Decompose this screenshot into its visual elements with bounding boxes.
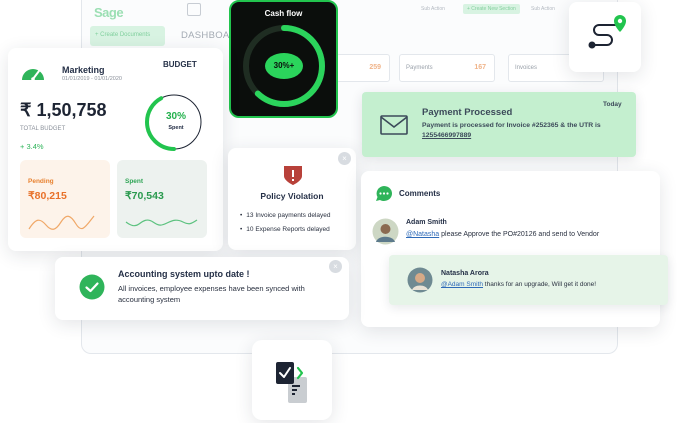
reply-author: Natasha Arora bbox=[441, 270, 489, 277]
pending-tile[interactable]: Pending ₹80,215 bbox=[20, 160, 110, 238]
avatar bbox=[372, 218, 399, 245]
comment-reply[interactable]: Natasha Arora @Adam Smith thanks for an … bbox=[389, 255, 668, 305]
reply-text: @Adam Smith thanks for an upgrade, Will … bbox=[441, 281, 596, 288]
spent-tile[interactable]: Spent ₹70,543 bbox=[117, 160, 207, 238]
mail-icon bbox=[380, 115, 408, 135]
violation-item: 10 Expense Reports delayed bbox=[240, 226, 330, 233]
mention-link[interactable]: @Adam Smith bbox=[441, 281, 483, 288]
create-section-button[interactable]: + Create New Section bbox=[463, 4, 520, 14]
spent-value: ₹70,543 bbox=[125, 190, 164, 202]
summary-tile-payments[interactable]: Payments 167 bbox=[399, 54, 495, 82]
close-icon[interactable]: × bbox=[338, 152, 351, 165]
spent-percent: 30% bbox=[165, 111, 186, 122]
spent-ring-label: Spent bbox=[168, 125, 184, 131]
route-card[interactable] bbox=[569, 2, 641, 72]
app-logo: Sage bbox=[94, 5, 124, 20]
spent-tile-label: Spent bbox=[125, 178, 144, 185]
top-action-2[interactable]: Sub Action bbox=[531, 6, 555, 12]
payment-time: Today bbox=[603, 101, 622, 108]
budget-change: + 3.4% bbox=[20, 142, 44, 151]
payment-body: Payment is processed for Invoice #252365… bbox=[422, 121, 618, 141]
create-documents-button[interactable]: + Create Documents bbox=[90, 26, 165, 46]
comments-title: Comments bbox=[399, 189, 441, 198]
menu-icon[interactable] bbox=[187, 3, 201, 16]
marketing-budget-card[interactable]: Marketing 01/01/2019 - 01/01/2020 BUDGET… bbox=[8, 48, 223, 251]
tile-value: 167 bbox=[474, 64, 486, 71]
shield-alert-icon bbox=[284, 166, 302, 185]
document-check-icon bbox=[276, 362, 307, 403]
marketing-title: Marketing bbox=[62, 65, 105, 75]
cash-flow-title: Cash flow bbox=[264, 9, 303, 18]
cash-flow-card[interactable]: Cash flow 30%+ bbox=[229, 0, 338, 118]
spent-ring bbox=[145, 93, 203, 151]
spent-sparkline bbox=[125, 219, 198, 227]
total-budget-label: TOTAL BUDGET bbox=[20, 126, 66, 132]
avatar bbox=[407, 267, 433, 293]
payment-title: Payment Processed bbox=[422, 107, 513, 118]
violation-list: 13 Invoice payments delayed 10 Expense R… bbox=[240, 212, 330, 240]
pending-sparkline bbox=[28, 215, 95, 230]
violation-item: 13 Invoice payments delayed bbox=[240, 212, 330, 219]
date-range: 01/01/2019 - 01/01/2020 bbox=[62, 76, 122, 82]
top-action-1[interactable]: Sub Action bbox=[421, 6, 445, 12]
budget-label: BUDGET bbox=[163, 60, 197, 69]
accounting-body: All invoices, employee expenses have bee… bbox=[118, 284, 305, 304]
policy-title: Policy Violation bbox=[260, 191, 324, 201]
gauge-icon bbox=[22, 69, 44, 81]
accounting-status-card[interactable]: Accounting system upto date ! All invoic… bbox=[55, 257, 349, 320]
tile-value: 259 bbox=[369, 64, 381, 71]
tile-label: Payments bbox=[406, 65, 433, 71]
policy-violation-card[interactable]: × Policy Violation 13 Invoice payments d… bbox=[228, 148, 356, 250]
tile-label: Invoices bbox=[515, 65, 538, 71]
document-approval-card[interactable] bbox=[252, 340, 332, 420]
comment-author: Adam Smith bbox=[406, 219, 447, 226]
close-icon[interactable]: × bbox=[329, 260, 342, 273]
pending-value: ₹80,215 bbox=[28, 190, 67, 202]
check-circle-icon bbox=[79, 274, 105, 300]
pending-label: Pending bbox=[28, 178, 54, 185]
mention-link[interactable]: @Natasha bbox=[406, 231, 439, 238]
comment-bubble-icon bbox=[376, 186, 392, 201]
accounting-title: Accounting system upto date ! bbox=[118, 269, 250, 279]
payment-message: Payment is processed for Invoice #252365… bbox=[422, 122, 601, 129]
route-pin-icon bbox=[588, 15, 626, 49]
total-budget-amount: ₹ 1,50,758 bbox=[20, 100, 107, 120]
utr-number[interactable]: 1255466997889 bbox=[422, 132, 471, 139]
comment-text: @Natasha please Approve the PO#20126 and… bbox=[406, 231, 599, 238]
cash-flow-percent: 30%+ bbox=[265, 53, 303, 79]
comment-message: please Approve the PO#20126 and send to … bbox=[439, 231, 600, 238]
payment-processed-notification[interactable]: Payment Processed Payment is processed f… bbox=[362, 92, 636, 157]
summary-tile[interactable]: 259 bbox=[336, 54, 390, 82]
reply-message: thanks for an upgrade, Will get it done! bbox=[483, 281, 597, 288]
